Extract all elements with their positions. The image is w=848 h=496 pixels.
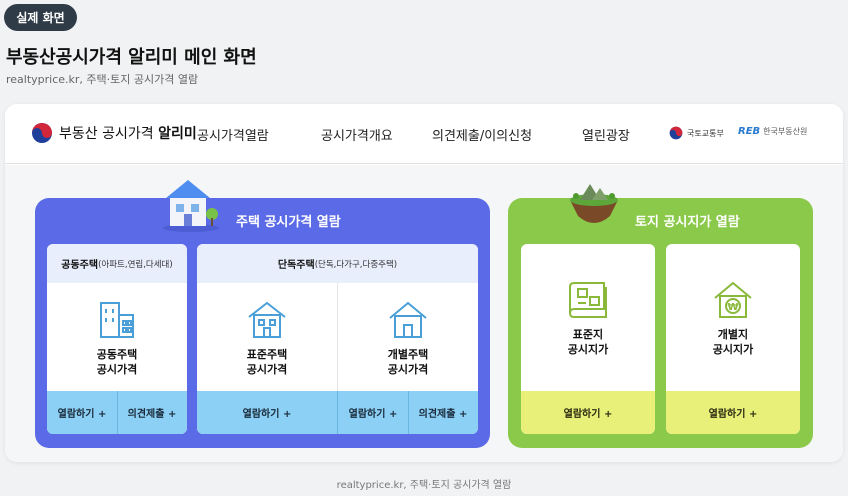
standard-house-view-button[interactable]: 열람하기 + [197, 391, 337, 434]
individual-house-view-button[interactable]: 열람하기 + [338, 391, 408, 434]
individual-land-item[interactable]: ₩ 개별지 공시지가 [666, 244, 800, 391]
nav-price-overview[interactable]: 공시가격개요 [321, 125, 393, 144]
house-illustration-icon [163, 180, 219, 232]
individual-land-view-button[interactable]: 열람하기 + [666, 391, 800, 434]
land-island-icon [570, 184, 618, 223]
nav-price-inquiry[interactable]: 공시가격열람 [197, 125, 269, 144]
won-symbol: ₩ [727, 302, 738, 313]
apartment-button-bar: 열람하기 + 의견제출 + [47, 391, 187, 434]
apartment-label: 공동주택 공시가격 [96, 348, 138, 376]
screen-badge: 실제 화면 [4, 4, 77, 31]
land-map-icon [569, 282, 607, 318]
house-price-panel: 주택 공시가격 열람 공동주택 (아파트,연립,다세대) 공동주택 공시가격 열… [35, 180, 490, 448]
individual-land-label: 개별지 공시지가 [712, 328, 754, 356]
footer-caption: realtyprice.kr, 주택·토지 공시가격 열람 [336, 480, 512, 491]
apartment-view-button[interactable]: 열람하기 + [47, 391, 117, 434]
site-logo[interactable]: 부동산 공시가격 알리미 [31, 122, 197, 144]
land-price-panel: 토지 공시지가 열람 표준지 공시지가 열람하기 + ₩ 개별지 공시지가 열람… [508, 184, 813, 448]
house-panel-title: 주택 공시가격 열람 [236, 215, 341, 230]
standard-land-label: 표준지 공시지가 [567, 328, 609, 356]
top-navigation: 부동산 공시가격 알리미 공시가격열람 공시가격개요 의견제출/이의신청 열린광… [5, 104, 843, 164]
molit-logo[interactable]: 국토교통부 [669, 126, 724, 140]
standard-land-button-bar: 열람하기 + [521, 391, 655, 434]
nav-opinion-objection[interactable]: 의견제출/이의신청 [432, 125, 532, 144]
land-panel-title: 토지 공시지가 열람 [635, 215, 740, 230]
standard-land-card: 표준지 공시지가 열람하기 + [521, 244, 655, 434]
individual-land-button-bar: 열람하기 + [666, 391, 800, 434]
taegeuk-icon [32, 123, 52, 143]
reb-logo[interactable]: REB 한국부동산원 [738, 126, 807, 137]
standard-house-item[interactable]: 표준주택 공시가격 [197, 283, 337, 391]
individual-house-label: 개별주택 공시가격 [387, 348, 429, 376]
molit-name: 국토교통부 [687, 128, 724, 138]
detached-card: 단독주택 (단독,다가구,다중주택) 표준주택 공시가격 개별주택 공시가격 열… [197, 244, 478, 434]
standard-house-icon [248, 301, 286, 338]
apartment-building-icon [100, 302, 134, 338]
main-content: 주택 공시가격 열람 공동주택 (아파트,연립,다세대) 공동주택 공시가격 열… [5, 165, 843, 462]
standard-land-item[interactable]: 표준지 공시지가 [521, 244, 655, 391]
apartment-card: 공동주택 (아파트,연립,다세대) 공동주택 공시가격 열람하기 + 의견제출 … [47, 244, 187, 434]
page-subtitle: realtyprice.kr, 주택·토지 공시가격 열람 [6, 73, 199, 86]
detached-card-header: 단독주택 (단독,다가구,다중주택) [197, 244, 478, 283]
screenshot-card: 부동산 공시가격 알리미 공시가격열람 공시가격개요 의견제출/이의신청 열린광… [5, 104, 843, 462]
site-logo-text: 부동산 공시가격 알리미 [59, 126, 197, 142]
apartment-opinion-button[interactable]: 의견제출 + [117, 391, 187, 434]
reb-mark: REB [738, 126, 761, 137]
apartment-card-header: 공동주택 (아파트,연립,다세대) [47, 244, 187, 283]
individual-land-card: ₩ 개별지 공시지가 열람하기 + [666, 244, 800, 434]
taegeuk-small-icon [669, 126, 683, 140]
page-title: 부동산공시가격 알리미 메인 화면 [6, 47, 257, 68]
reb-name: 한국부동산원 [763, 127, 808, 136]
nav-open-forum[interactable]: 열린광장 [582, 125, 630, 144]
detached-button-bar: 열람하기 + 열람하기 + 의견제출 + [197, 391, 478, 434]
individual-house-icon [389, 301, 427, 338]
individual-house-opinion-button[interactable]: 의견제출 + [408, 391, 478, 434]
land-won-house-icon: ₩ [714, 281, 752, 318]
apartment-item[interactable]: 공동주택 공시가격 [47, 283, 187, 391]
individual-house-item[interactable]: 개별주택 공시가격 [338, 283, 478, 391]
standard-land-view-button[interactable]: 열람하기 + [521, 391, 655, 434]
standard-house-label: 표준주택 공시가격 [246, 348, 288, 376]
